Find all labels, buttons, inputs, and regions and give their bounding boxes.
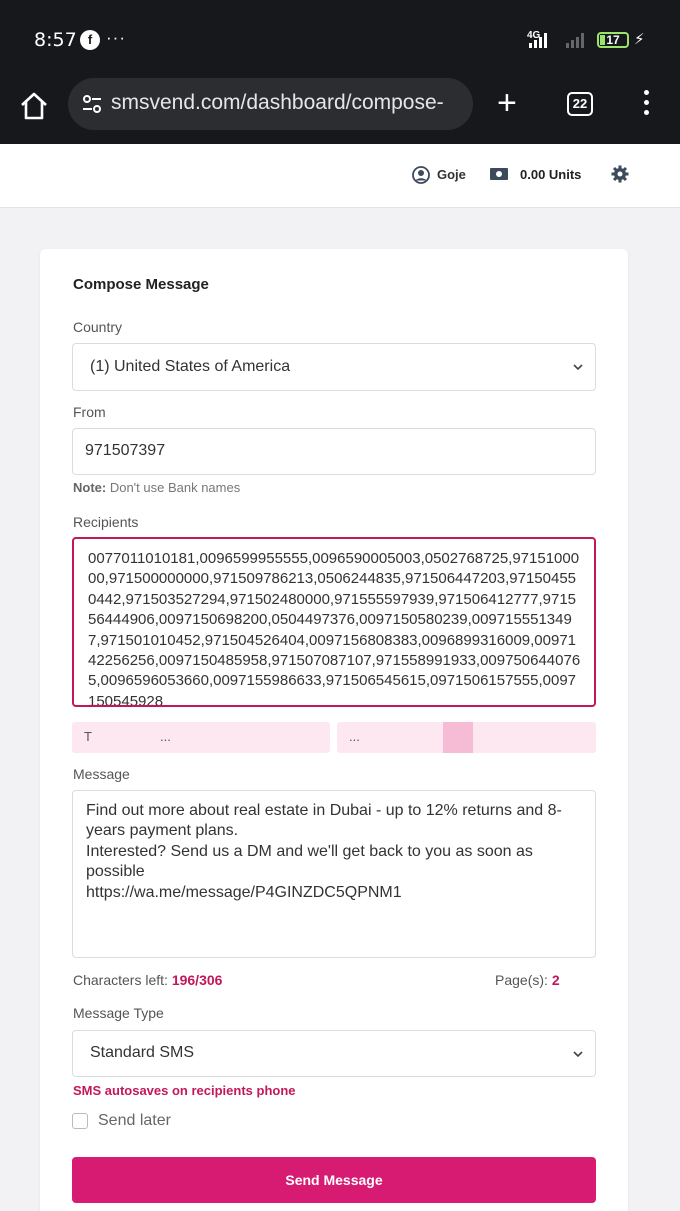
recipients-tool-right-label: ... <box>349 729 360 744</box>
battery-icon: 17 <box>597 32 629 48</box>
browser-menu-icon[interactable] <box>637 90 655 120</box>
units-balance: 0.00 Units <box>520 167 582 182</box>
sender-note: Note: Don't use Bank names <box>73 480 240 495</box>
country-select[interactable]: (1) United States of America <box>72 343 596 391</box>
recipients-tool-left-dots: ... <box>160 729 171 744</box>
message-label: Message <box>73 766 130 782</box>
country-value: (1) United States of America <box>90 358 291 375</box>
address-bar[interactable]: smsvend.com/dashboard/compose- <box>68 78 473 130</box>
charging-bolt-icon: ⚡ <box>634 31 645 48</box>
browser-toolbar: smsvend.com/dashboard/compose- + 22 <box>0 78 680 144</box>
gear-icon[interactable] <box>611 165 629 183</box>
chevron-down-icon <box>573 1050 583 1057</box>
recipients-textarea[interactable]: 0077011010181,0096599955555,009659000500… <box>72 537 596 707</box>
money-icon <box>490 168 508 180</box>
recipients-tool-right[interactable]: ... <box>337 722 596 753</box>
user-name[interactable]: Goje <box>437 167 466 182</box>
message-type-select[interactable]: Standard SMS <box>72 1030 596 1077</box>
from-input[interactable]: 971507397 <box>72 428 596 475</box>
note-prefix: Note: <box>73 480 107 495</box>
recipients-tool-left[interactable]: T ... <box>72 722 330 753</box>
message-type-value: Standard SMS <box>90 1044 195 1061</box>
from-value: 971507397 <box>85 442 166 459</box>
recipients-value: 0077011010181,0096599955555,009659000500… <box>88 550 581 707</box>
send-message-button[interactable]: Send Message <box>72 1157 596 1203</box>
checkbox-icon[interactable] <box>72 1113 88 1129</box>
app-header: Goje 0.00 Units <box>0 144 680 208</box>
chevron-down-icon <box>573 364 583 371</box>
status-bar: 8:57 f ··· 4G 17 ⚡ <box>0 0 680 78</box>
pages-value: 2 <box>551 972 560 988</box>
characters-left: Characters left: 196/306 <box>73 972 222 988</box>
home-icon[interactable] <box>18 90 50 122</box>
send-later-checkbox[interactable]: Send later <box>72 1112 171 1130</box>
compose-card: Compose Message Country (1) United State… <box>40 249 628 1211</box>
recipients-label: Recipients <box>73 514 139 530</box>
cell-signal-2-icon <box>566 32 584 48</box>
status-time: 8:57 <box>34 29 77 51</box>
message-textarea[interactable]: Find out more about real estate in Dubai… <box>72 790 596 958</box>
chars-left-value: 196/306 <box>171 972 223 988</box>
message-value: Find out more about real estate in Dubai… <box>86 802 562 901</box>
autosave-notice: SMS autosaves on recipients phone <box>73 1083 296 1098</box>
message-type-label: Message Type <box>73 1005 164 1021</box>
chars-left-label: Characters left: <box>73 972 168 988</box>
page-title: Compose Message <box>73 276 209 293</box>
country-label: Country <box>73 319 123 335</box>
new-tab-button[interactable]: + <box>497 86 517 120</box>
cell-signal-icon <box>529 32 547 48</box>
more-notifications-icon: ··· <box>106 28 126 47</box>
recipients-tool-left-label: T <box>84 729 92 744</box>
battery-level: 17 <box>606 33 620 47</box>
url-text: smsvend.com/dashboard/compose- <box>111 91 444 114</box>
site-settings-icon[interactable] <box>80 92 104 116</box>
pages-label: Page(s): <box>495 972 548 988</box>
send-later-label: Send later <box>98 1112 171 1129</box>
page-count: Page(s): 2 <box>495 972 560 988</box>
user-icon <box>412 166 430 184</box>
redacted-mark <box>443 722 473 753</box>
from-label: From <box>73 404 106 420</box>
tab-switcher-button[interactable]: 22 <box>567 92 593 116</box>
fiverr-notification-icon: f <box>80 30 100 50</box>
note-text: Don't use Bank names <box>106 480 241 495</box>
